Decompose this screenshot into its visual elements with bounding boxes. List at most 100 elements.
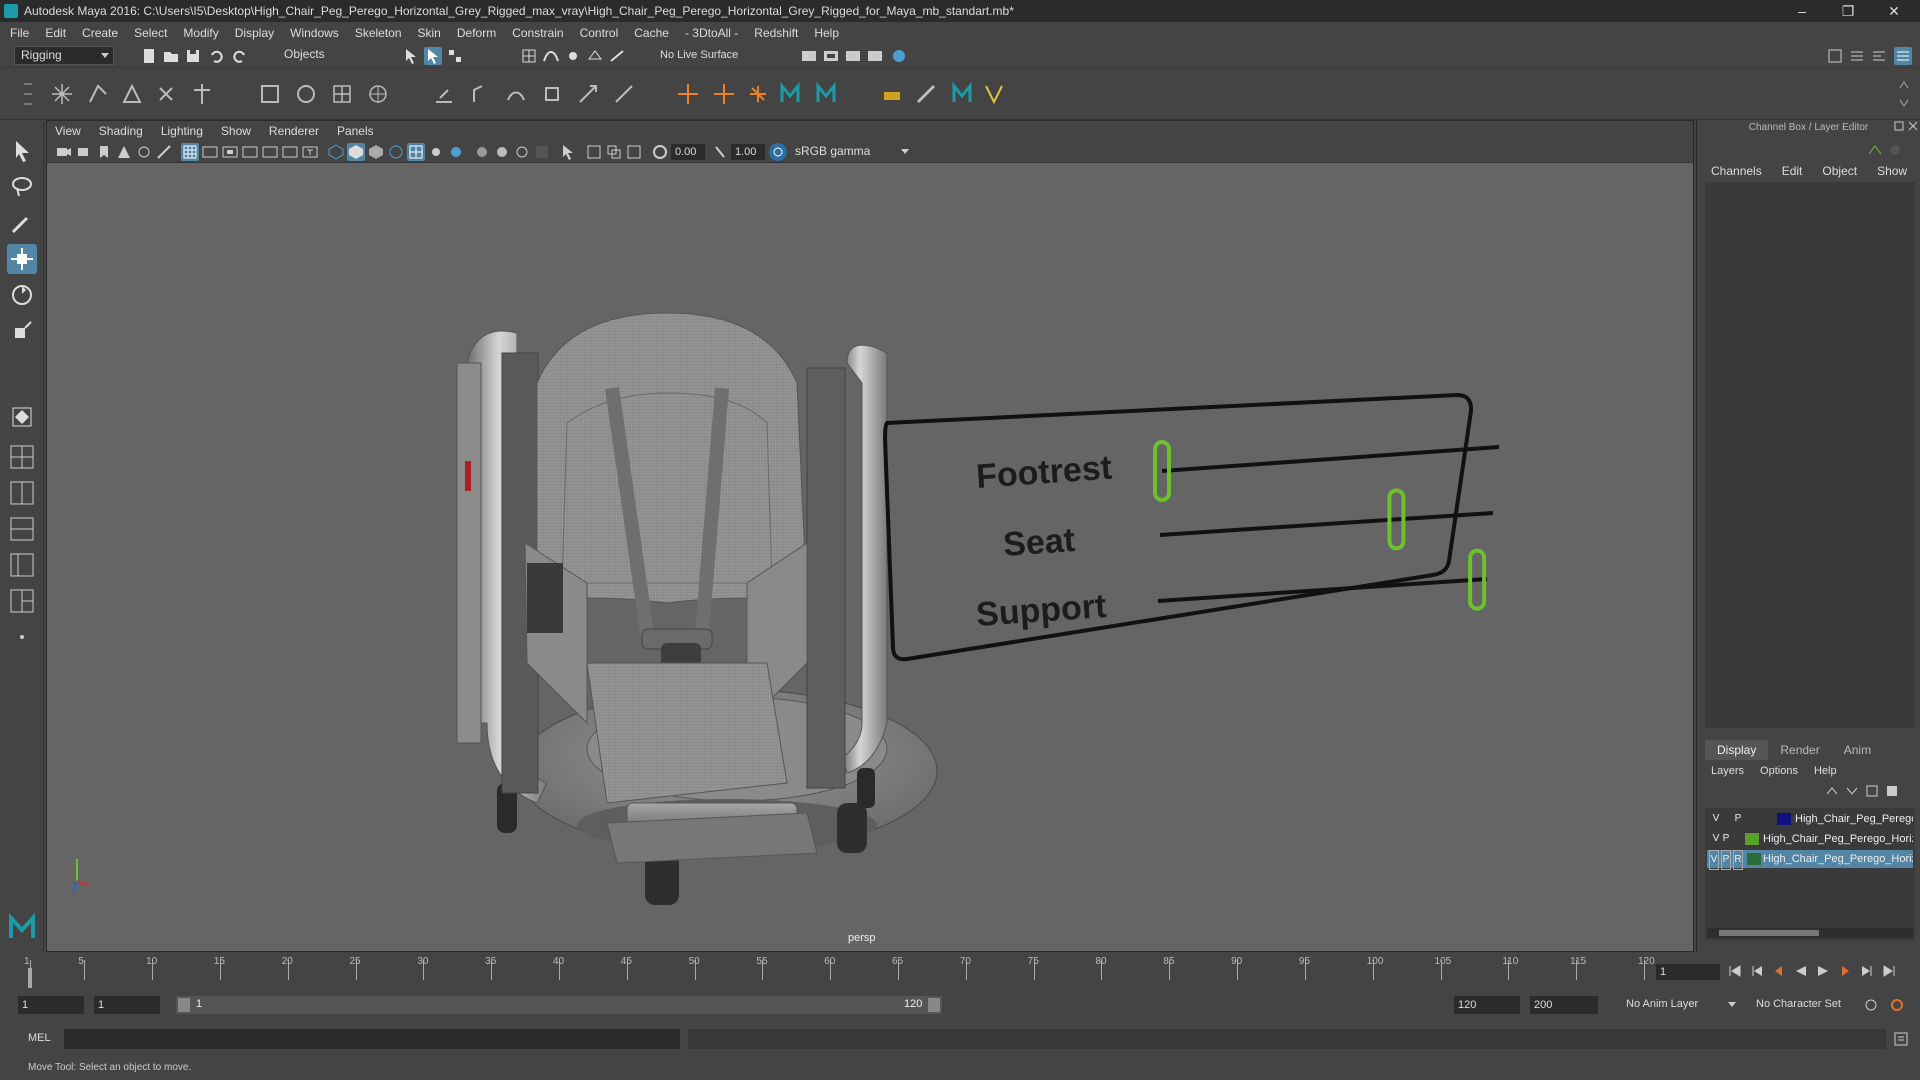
channel-box-icon[interactable]	[1867, 142, 1883, 158]
point-constraint-icon[interactable]	[468, 82, 492, 106]
viewport-menu-view[interactable]: View	[55, 124, 81, 138]
menu-create[interactable]: Create	[82, 26, 118, 40]
scene-view[interactable]: Footrest Seat Support	[47, 163, 1693, 951]
render-frame-icon[interactable]	[822, 47, 840, 65]
xray-joints-icon[interactable]	[605, 143, 623, 161]
exposure-field[interactable]: 0.00	[671, 144, 705, 160]
menu-edit[interactable]: Edit	[45, 26, 66, 40]
gate-mask-icon[interactable]	[241, 143, 259, 161]
tab-display[interactable]: Display	[1705, 740, 1769, 760]
viewport-menu-show[interactable]: Show	[221, 124, 251, 138]
ipr-render-icon[interactable]	[844, 47, 862, 65]
playback-end-field[interactable]: 120	[1454, 996, 1520, 1014]
grease-pencil-icon[interactable]	[155, 143, 173, 161]
layer-menu-layers[interactable]: Layers	[1711, 765, 1744, 777]
field-chart-icon[interactable]	[261, 143, 279, 161]
locator-constraint-icon[interactable]	[712, 82, 736, 106]
snap-view-plane-icon[interactable]	[586, 47, 604, 65]
make-live-icon[interactable]	[608, 47, 626, 65]
smooth-shade-icon[interactable]	[347, 143, 365, 161]
scale-tool-icon[interactable]	[7, 316, 37, 346]
playback-start-field[interactable]: 1	[94, 996, 160, 1014]
open-scene-icon[interactable]	[162, 47, 180, 65]
save-scene-icon[interactable]	[184, 47, 202, 65]
soft-select-icon[interactable]	[7, 402, 37, 432]
mirror-joint-icon[interactable]	[120, 82, 144, 106]
cb-menu-object[interactable]: Object	[1822, 164, 1857, 178]
viewport-menu-shading[interactable]: Shading	[99, 124, 143, 138]
parent-constraint-icon[interactable]	[432, 82, 456, 106]
layer-reference-toggle[interactable]: R	[1733, 850, 1743, 870]
layout-single-icon[interactable]	[7, 442, 37, 472]
locator-cluster-icon[interactable]	[746, 82, 770, 106]
minimize-button[interactable]: –	[1780, 0, 1824, 22]
wireframe-icon[interactable]	[327, 143, 345, 161]
shelf-menu-icon[interactable]	[22, 74, 34, 114]
camera-select-icon[interactable]	[55, 143, 73, 161]
command-language-label[interactable]: MEL	[28, 1032, 51, 1044]
camera-attributes-icon[interactable]	[75, 143, 93, 161]
layer-row[interactable]: V P High_Chair_Peg_Perego_Horizontal_Gre…	[1707, 810, 1913, 828]
film-gate-icon[interactable]	[201, 143, 219, 161]
grid-toggle-icon[interactable]	[181, 143, 199, 161]
select-object-icon[interactable]	[424, 47, 442, 65]
cb-menu-edit[interactable]: Edit	[1782, 164, 1803, 178]
viewport-menu-panels[interactable]: Panels	[337, 124, 374, 138]
menu-constrain[interactable]: Constrain	[512, 26, 563, 40]
select-tool-icon[interactable]	[7, 136, 37, 166]
layer-horizontal-scrollbar[interactable]	[1707, 928, 1913, 938]
menu-skeleton[interactable]: Skeleton	[355, 26, 402, 40]
range-slider-start-handle[interactable]	[178, 998, 190, 1012]
tab-render[interactable]: Render	[1768, 740, 1831, 760]
go-to-start-icon[interactable]	[1728, 964, 1742, 981]
menu-redshift[interactable]: Redshift	[754, 26, 798, 40]
move-layer-down-icon[interactable]	[1845, 784, 1859, 798]
new-scene-icon[interactable]	[140, 47, 158, 65]
bookmark-icon[interactable]	[95, 143, 113, 161]
isolate-select-icon[interactable]	[559, 143, 577, 161]
layout-graph-icon[interactable]	[7, 550, 37, 580]
orient-joint-icon[interactable]	[154, 82, 178, 106]
render-settings-icon[interactable]	[866, 47, 884, 65]
menu-display[interactable]: Display	[235, 26, 274, 40]
channel-list-area[interactable]	[1705, 182, 1915, 728]
gamma-icon[interactable]	[711, 143, 729, 161]
hypershade-icon[interactable]	[890, 47, 908, 65]
redo-icon[interactable]	[230, 47, 248, 65]
resolution-gate-icon[interactable]	[221, 143, 239, 161]
animation-preferences-icon[interactable]	[1888, 996, 1906, 1014]
lasso-tool-icon[interactable]	[7, 172, 37, 202]
modeling-toolkit-icon[interactable]	[1826, 47, 1844, 65]
layer-visibility-toggle[interactable]: V	[1711, 810, 1721, 828]
anti-aliasing-icon[interactable]	[513, 143, 531, 161]
image-plane-icon[interactable]	[115, 143, 133, 161]
animation-start-field[interactable]: 1	[18, 996, 84, 1014]
tab-anim[interactable]: Anim	[1832, 740, 1883, 760]
menu-skin[interactable]: Skin	[418, 26, 441, 40]
character-set-dropdown[interactable]: No Character Set	[1750, 996, 1870, 1015]
layer-row[interactable]: V P High_Chair_Peg_Perego_Horizontal_Gre…	[1707, 830, 1913, 848]
view-transform-dropdown[interactable]: sRGB gamma	[789, 143, 913, 162]
shelf-scroll-icon[interactable]	[1898, 74, 1910, 114]
viewport-menu-renderer[interactable]: Renderer	[269, 124, 319, 138]
2d-pan-zoom-icon[interactable]	[135, 143, 153, 161]
step-back-frame-icon[interactable]	[1772, 964, 1786, 981]
layer-playback-toggle[interactable]: P	[1721, 830, 1731, 848]
tool-settings-icon[interactable]	[1870, 47, 1888, 65]
layout-more-icon[interactable]	[7, 622, 37, 652]
human-ik-icon[interactable]	[778, 81, 802, 106]
use-all-lights-icon[interactable]	[427, 143, 445, 161]
menu-windows[interactable]: Windows	[290, 26, 339, 40]
menu-help[interactable]: Help	[814, 26, 839, 40]
step-back-key-icon[interactable]	[1750, 964, 1764, 981]
lattice-icon[interactable]	[330, 82, 354, 106]
scale-constraint-icon[interactable]	[540, 82, 564, 106]
anim-layer-dropdown[interactable]: No Anim Layer	[1620, 996, 1740, 1015]
layer-editor-icon[interactable]	[1887, 142, 1903, 158]
animation-end-field[interactable]: 200	[1530, 996, 1598, 1014]
human-ik-control-icon[interactable]	[814, 81, 838, 106]
layout-outliner-icon[interactable]	[7, 514, 37, 544]
locator-icon[interactable]	[676, 82, 700, 106]
set-driven-key-icon[interactable]	[880, 82, 904, 106]
motion-blur-icon[interactable]	[493, 143, 511, 161]
